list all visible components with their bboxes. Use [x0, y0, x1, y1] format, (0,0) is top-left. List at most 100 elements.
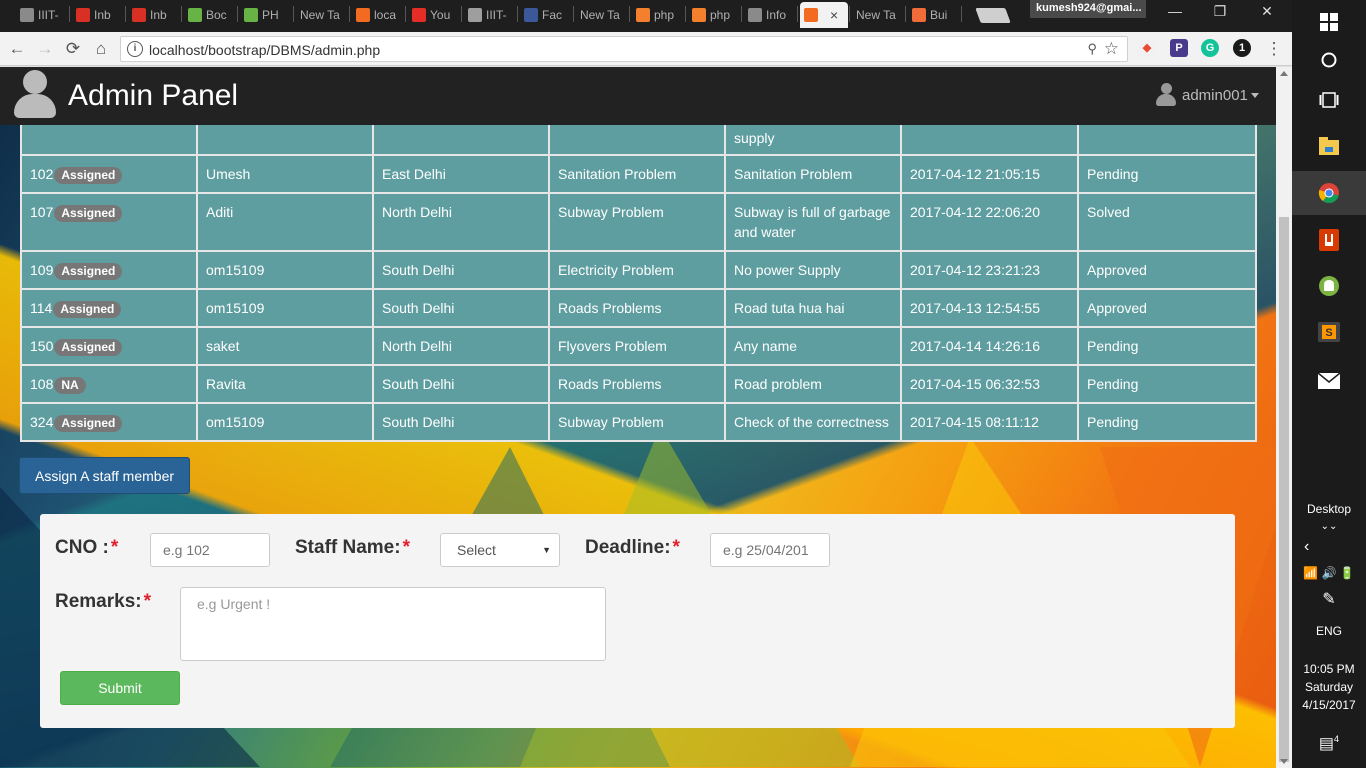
- tab-separator: [517, 6, 518, 22]
- browser-tab[interactable]: Info: [744, 2, 788, 28]
- maximize-button[interactable]: ❐: [1205, 3, 1235, 20]
- scroll-up-arrow-icon[interactable]: [1280, 71, 1288, 76]
- tab-separator: [237, 6, 238, 22]
- task-view-icon[interactable]: [1292, 78, 1366, 122]
- pen-icon[interactable]: ✎: [1292, 591, 1366, 609]
- tab-favicon-icon: [912, 8, 926, 22]
- browser-tab[interactable]: Bui: [908, 2, 952, 28]
- info-icon[interactable]: i: [127, 41, 143, 57]
- scroll-down-arrow-icon[interactable]: [1280, 759, 1288, 764]
- tab-favicon-icon: [524, 8, 538, 22]
- assign-staff-button[interactable]: Assign A staff member: [19, 457, 190, 494]
- system-tray-icons[interactable]: 📶 🔊 🔋: [1292, 564, 1366, 582]
- svg-text:S: S: [1325, 327, 1332, 339]
- type-cell: Sanitation Problem: [548, 154, 726, 194]
- browser-tab[interactable]: php: [688, 2, 732, 28]
- tab-separator: [685, 6, 686, 22]
- home-button[interactable]: ⌂: [90, 38, 112, 60]
- cortana-icon[interactable]: [1292, 38, 1366, 82]
- chevron-left-icon[interactable]: ‹: [1292, 538, 1366, 556]
- back-button[interactable]: ←: [6, 38, 28, 60]
- sublime-icon[interactable]: S: [1292, 310, 1366, 354]
- new-tab-button[interactable]: [975, 8, 1011, 23]
- desc-cell: Check of the correctness: [724, 402, 902, 442]
- type-cell: Subway Problem: [548, 192, 726, 252]
- deadline-input[interactable]: [710, 533, 830, 567]
- staff-name-select[interactable]: Select ▼: [440, 533, 560, 567]
- grammarly-icon[interactable]: G: [1201, 39, 1219, 57]
- page-title[interactable]: Admin Panel: [68, 79, 238, 113]
- tab-favicon-icon: [20, 8, 34, 22]
- desc-cell: Any name: [724, 326, 902, 366]
- extension-icon-1[interactable]: 1: [1233, 39, 1251, 57]
- browser-tab[interactable]: New Ta: [852, 2, 896, 28]
- office-icon[interactable]: [1292, 218, 1366, 262]
- browser-tab[interactable]: New Ta: [296, 2, 340, 28]
- required-mark: *: [402, 537, 410, 558]
- status-cell: Pending: [1077, 326, 1257, 366]
- reload-button[interactable]: ⟳: [62, 38, 84, 60]
- clock-time[interactable]: 10:05 PM: [1292, 660, 1366, 678]
- cno-value: 114: [30, 300, 53, 316]
- assign-form: CNO :* Staff Name:* Select ▼ Deadline:* …: [40, 514, 1235, 728]
- status-badge: NA: [54, 377, 86, 394]
- notification-icon[interactable]: ▤4: [1292, 730, 1366, 753]
- tab-label: Info: [766, 8, 787, 22]
- browser-tab[interactable]: Inb: [128, 2, 172, 28]
- android-icon[interactable]: [1292, 264, 1366, 308]
- cno-cell: 108 NA: [20, 364, 198, 404]
- cno-label-text: CNO :: [55, 537, 109, 558]
- browser-tab[interactable]: New Ta: [576, 2, 620, 28]
- bookmark-star-icon[interactable]: ☆: [1104, 39, 1119, 59]
- name-cell: om15109: [196, 288, 374, 328]
- profile-chip[interactable]: kumesh924@gmai...: [1030, 0, 1146, 18]
- clock-date[interactable]: 4/15/2017: [1292, 696, 1366, 714]
- status-cell: Pending: [1077, 402, 1257, 442]
- language-indicator[interactable]: ENG: [1292, 622, 1366, 640]
- submit-button[interactable]: Submit: [60, 671, 180, 705]
- mail-icon[interactable]: [1292, 359, 1366, 403]
- file-explorer-icon[interactable]: [1292, 124, 1366, 168]
- scroll-thumb[interactable]: [1279, 217, 1289, 762]
- page-scrollbar[interactable]: [1276, 67, 1292, 768]
- browser-tab[interactable]: IIIT-: [464, 2, 508, 28]
- browser-tab[interactable]: PH: [240, 2, 284, 28]
- tab-separator: [125, 6, 126, 22]
- minimize-button[interactable]: —: [1160, 3, 1190, 19]
- browser-tab[interactable]: IIIT-: [16, 2, 60, 28]
- tab-favicon-icon: [356, 8, 370, 22]
- browser-tab[interactable]: Boc: [184, 2, 228, 28]
- user-dropdown[interactable]: admin001: [1156, 83, 1259, 107]
- browser-tab[interactable]: loca: [352, 2, 396, 28]
- area-cell: North Delhi: [372, 192, 550, 252]
- desc-cell: No power Supply: [724, 250, 902, 290]
- tab-favicon-icon: [244, 8, 258, 22]
- forward-button[interactable]: →: [34, 38, 56, 60]
- chevron-down-icon[interactable]: ⌄⌄: [1292, 518, 1366, 536]
- required-mark: *: [110, 537, 119, 558]
- close-window-button[interactable]: ✕: [1252, 3, 1282, 20]
- extension-icon-rainbow[interactable]: ◆: [1138, 39, 1156, 57]
- key-icon[interactable]: ⚲: [1087, 41, 1097, 57]
- cno-input[interactable]: [150, 533, 270, 567]
- desktop-label[interactable]: Desktop: [1292, 500, 1366, 518]
- table-row: 114 Assigned om15109 South Delhi Roads Probl…: [20, 288, 1257, 328]
- date-cell: 2017-04-12 23:21:23: [900, 250, 1079, 290]
- browser-tab[interactable]: You: [408, 2, 452, 28]
- browser-tab[interactable]: Fac: [520, 2, 564, 28]
- required-mark: *: [672, 537, 680, 558]
- tab-close-icon[interactable]: ×: [830, 7, 838, 23]
- tab-separator: [349, 6, 350, 22]
- tab-separator: [181, 6, 182, 22]
- remarks-textarea[interactable]: e.g Urgent !: [180, 587, 606, 661]
- browser-tab[interactable]: Inb: [72, 2, 116, 28]
- browser-tab[interactable]: php: [632, 2, 676, 28]
- chrome-icon[interactable]: [1292, 171, 1366, 215]
- extension-icon-p[interactable]: P: [1170, 39, 1188, 57]
- address-bar[interactable]: i localhost/bootstrap/DBMS/admin.php ⚲ ☆: [120, 36, 1128, 62]
- name-cell: Aditi: [196, 192, 374, 252]
- chrome-menu-icon[interactable]: ⋮: [1263, 38, 1285, 60]
- clock-day[interactable]: Saturday: [1292, 678, 1366, 696]
- url-text[interactable]: localhost/bootstrap/DBMS/admin.php: [149, 42, 380, 58]
- browser-tab-active[interactable]: ×: [800, 2, 848, 28]
